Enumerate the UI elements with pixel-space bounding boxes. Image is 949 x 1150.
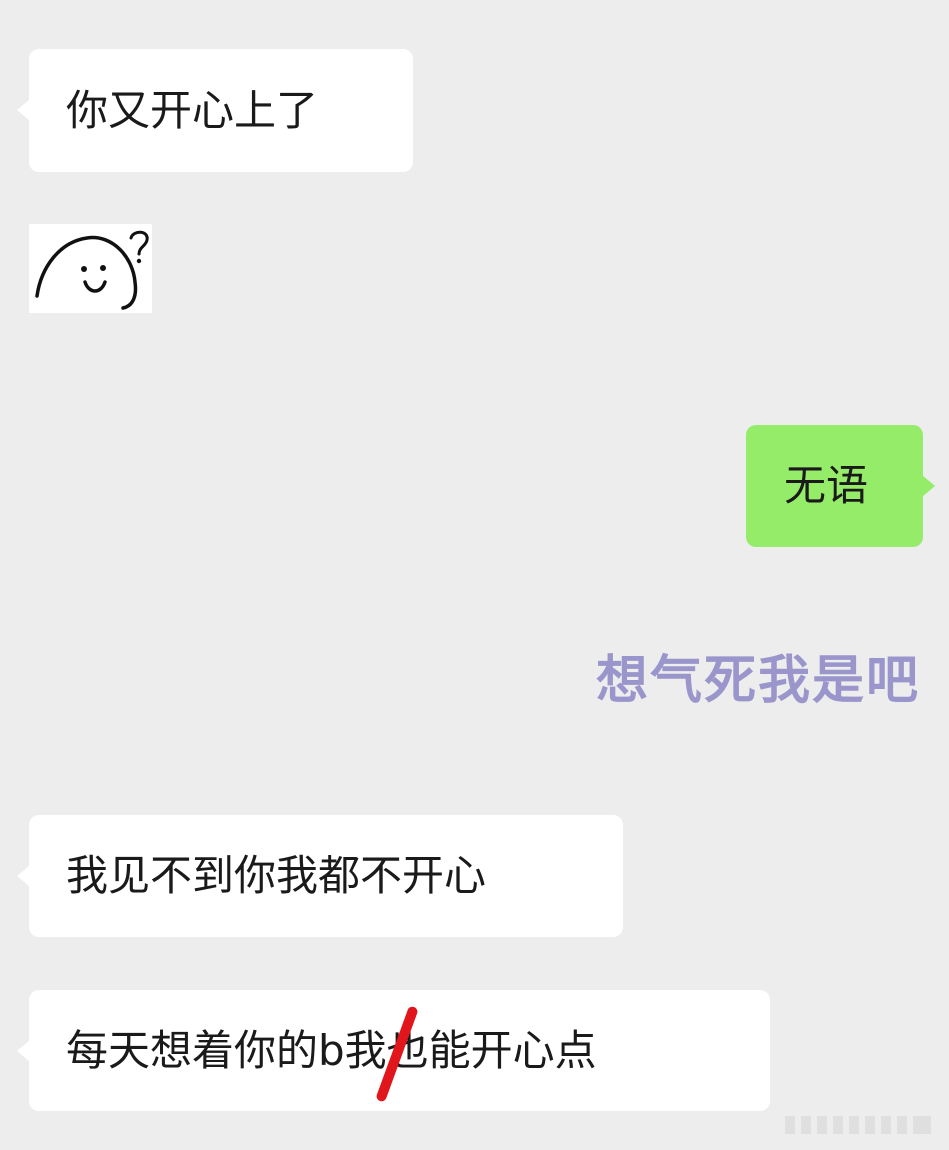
message-bubble[interactable]: 你又开心上了 [29, 49, 413, 172]
message-text: 我见不到你我都不开心 [66, 851, 487, 900]
message-text: 每天想着你的b我也能开心点 [66, 1025, 597, 1075]
bubble-tail [922, 475, 935, 497]
sticker-image[interactable] [29, 224, 152, 313]
smiling-blob-question-icon [35, 230, 149, 310]
sticker-text[interactable]: 想气死我是吧 [596, 638, 920, 713]
watermark-icon [785, 1116, 931, 1134]
message-bubble[interactable]: 无语 [746, 425, 923, 547]
message-text: 你又开心上了 [66, 85, 319, 135]
message-text: 无语 [784, 461, 869, 510]
message-bubble[interactable]: 我见不到你我都不开心 [29, 815, 623, 937]
